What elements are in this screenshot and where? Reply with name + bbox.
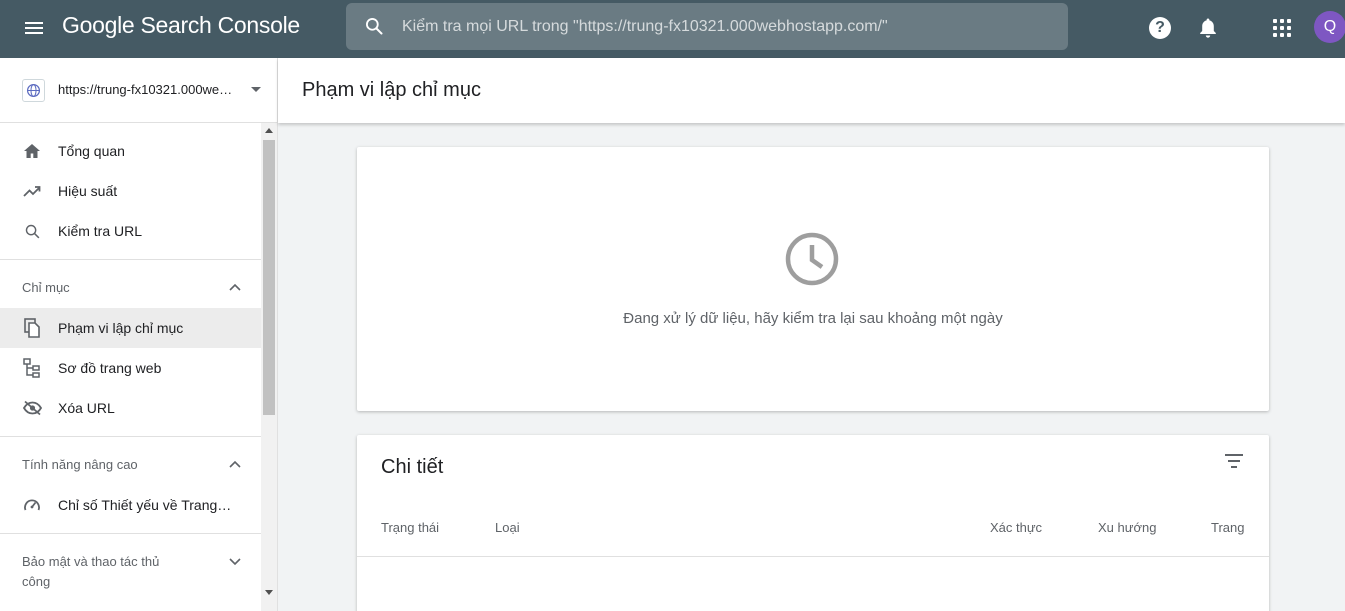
sidebar-item-label: Kiểm tra URL — [58, 223, 143, 239]
search-icon — [22, 221, 42, 241]
sidebar-item-core-web-vitals[interactable]: Chỉ số Thiết yếu về Trang web — [0, 485, 261, 525]
page-title: Phạm vi lập chỉ mục — [302, 79, 481, 101]
chevron-up-icon — [229, 460, 241, 468]
sitemap-icon — [22, 358, 42, 378]
search-input[interactable] — [402, 3, 1052, 50]
filter-icon[interactable] — [1224, 454, 1244, 470]
section-title: Chỉ mục — [22, 280, 70, 295]
sidebar-item-label: Phạm vi lập chỉ mục — [58, 320, 184, 336]
column-header-pages[interactable]: Trang — [1211, 520, 1244, 535]
column-header-trend[interactable]: Xu hướng — [1098, 520, 1156, 535]
section-title: Bảo mật và thao tác thủ công — [22, 554, 160, 589]
scrollbar-thumb[interactable] — [263, 140, 275, 415]
table-header-row: Trạng thái Loại Xác thực Xu hướng Trang — [357, 520, 1269, 557]
help-icon[interactable]: ? — [1147, 15, 1173, 41]
sidebar-item-overview[interactable]: Tổng quan — [0, 131, 261, 171]
details-title: Chi tiết — [381, 456, 444, 478]
sidebar-nav: Tổng quan Hiệu suất Kiểm tra URL Chỉ mục… — [0, 123, 261, 611]
chevron-up-icon — [229, 283, 241, 291]
globe-icon — [22, 79, 45, 102]
section-security-toggle[interactable]: Bảo mật và thao tác thủ công — [0, 534, 261, 590]
app-logo[interactable]: Google Search Console — [62, 12, 300, 39]
menu-icon[interactable] — [22, 17, 46, 41]
sidebar-item-url-inspection[interactable]: Kiểm tra URL — [0, 211, 261, 251]
notifications-bell-icon[interactable] — [1195, 15, 1221, 41]
chevron-down-icon — [229, 558, 241, 566]
account-avatar[interactable]: Q — [1314, 11, 1345, 43]
sidebar-item-index-coverage[interactable]: Phạm vi lập chỉ mục — [0, 308, 261, 348]
processing-message: Đang xử lý dữ liệu, hãy kiểm tra lại sau… — [623, 310, 1003, 327]
sidebar-item-label: Chỉ số Thiết yếu về Trang web — [58, 497, 233, 513]
sidebar-item-label: Tổng quan — [58, 143, 125, 159]
speedometer-icon — [22, 495, 42, 515]
sidebar-item-sitemaps[interactable]: Sơ đồ trang web — [0, 348, 261, 388]
copy-pages-icon — [22, 318, 42, 338]
scroll-up-arrow-icon[interactable] — [265, 128, 273, 133]
sidebar-item-removals[interactable]: Xóa URL — [0, 388, 261, 428]
eye-off-icon — [22, 398, 42, 418]
top-app-bar: Google Search Console ? Q — [0, 0, 1345, 58]
search-icon — [366, 18, 383, 35]
page-header: Phạm vi lập chỉ mục — [278, 58, 1345, 123]
home-icon — [22, 141, 42, 161]
scroll-down-arrow-icon[interactable] — [265, 590, 273, 595]
section-index-toggle[interactable]: Chỉ mục — [0, 260, 261, 308]
column-header-validation[interactable]: Xác thực — [990, 520, 1042, 535]
url-inspection-search[interactable] — [346, 3, 1068, 50]
clock-icon — [785, 232, 839, 286]
processing-card: Đang xử lý dữ liệu, hãy kiểm tra lại sau… — [357, 147, 1269, 411]
sidebar: https://trung-fx10321.000webhostapp.com/… — [0, 58, 278, 611]
property-url: https://trung-fx10321.000webhostapp.com/ — [58, 82, 238, 97]
sidebar-item-label: Hiệu suất — [58, 183, 118, 199]
column-header-type[interactable]: Loại — [495, 520, 520, 535]
property-selector[interactable]: https://trung-fx10321.000webhostapp.com/ — [0, 58, 277, 123]
details-card: Chi tiết Trạng thái Loại Xác thực Xu hướ… — [357, 435, 1269, 611]
sidebar-item-label: Xóa URL — [58, 400, 115, 416]
dropdown-caret-icon — [251, 87, 261, 92]
sidebar-item-label: Sơ đồ trang web — [58, 360, 162, 376]
sidebar-item-performance[interactable]: Hiệu suất — [0, 171, 261, 211]
trending-up-icon — [22, 181, 42, 201]
section-enhancements-toggle[interactable]: Tính năng nâng cao — [0, 437, 261, 485]
column-header-status[interactable]: Trạng thái — [381, 520, 439, 535]
section-title: Tính năng nâng cao — [22, 457, 138, 472]
sidebar-scrollbar[interactable] — [261, 123, 277, 611]
apps-grid-icon[interactable] — [1269, 15, 1295, 41]
